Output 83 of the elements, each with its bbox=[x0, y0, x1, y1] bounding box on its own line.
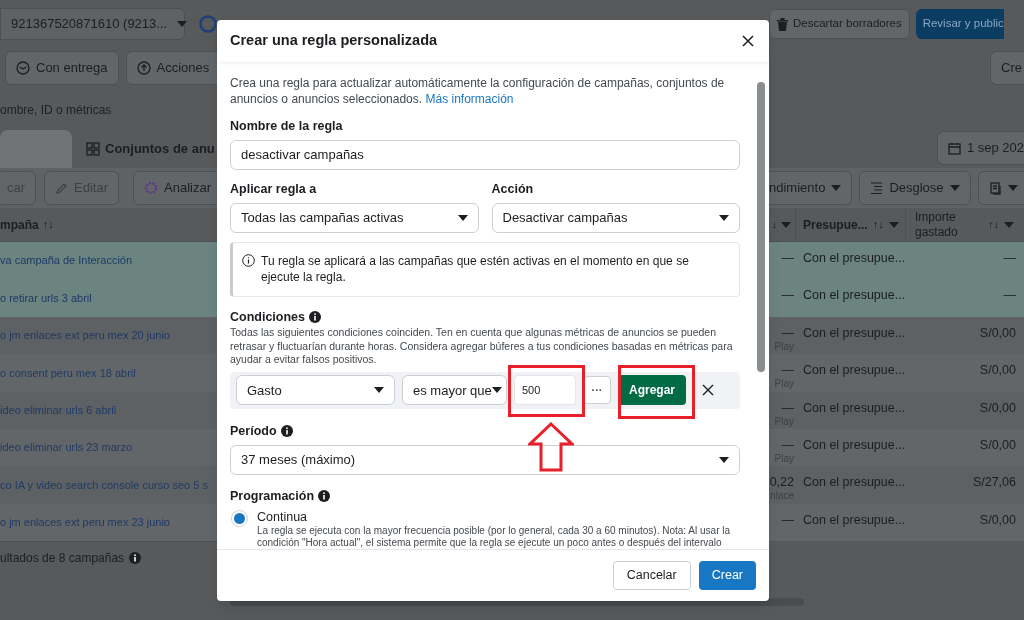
table-row[interactable]: — Con el presupue... — bbox=[769, 279, 1024, 317]
field-label: Período bbox=[230, 422, 277, 440]
table-cell-text: Con el presupue... bbox=[802, 326, 907, 340]
sort-icon[interactable]: ↑↓ bbox=[872, 216, 884, 233]
field-label: Nombre de la regla bbox=[230, 118, 344, 135]
table-cell-text: Con el presupue... bbox=[802, 476, 907, 490]
table-cell-text: Con el presupue... bbox=[802, 513, 907, 527]
table-row[interactable]: — Con el presupue... — bbox=[769, 242, 1024, 280]
date-range-button[interactable]: 1 sep 202 bbox=[936, 131, 1024, 165]
table-row[interactable]: va campaña de Interacción bbox=[0, 242, 217, 280]
table-cell: — bbox=[781, 364, 794, 378]
search-placeholder[interactable]: ombre, ID o métricas bbox=[0, 101, 112, 119]
table-cell-text: Con el presupue... bbox=[802, 401, 907, 415]
table-cell-text: S/0,00 bbox=[978, 364, 1017, 378]
table-cell: — bbox=[781, 438, 794, 452]
option-label[interactable]: Continua bbox=[257, 510, 740, 526]
add-button[interactable]: Agregar bbox=[618, 375, 686, 406]
field-label: Aplicar regla a bbox=[230, 180, 318, 198]
column-header[interactable]: Importe gastado bbox=[915, 209, 965, 240]
more-info-link[interactable]: Más información bbox=[425, 92, 514, 106]
table-cell: 0,22 bbox=[769, 476, 794, 490]
table-row[interactable]: o retirar urls 3 abril bbox=[0, 279, 217, 317]
campaign-link[interactable]: ideo eliminar urls 6 abril bbox=[0, 402, 117, 419]
table-row[interactable]: ideo eliminar urls 23 marzo bbox=[0, 428, 217, 467]
create-button[interactable]: Crear bbox=[698, 561, 756, 590]
column-header[interactable]: Presupue... bbox=[803, 215, 868, 234]
action-select[interactable]: Desactivar campañas bbox=[491, 202, 740, 233]
more-options-button[interactable]: ··· bbox=[583, 376, 611, 405]
field-label: Programación bbox=[230, 487, 315, 505]
table-cell-text: Con el presupue... bbox=[802, 438, 907, 452]
metric-select[interactable]: Gasto bbox=[236, 375, 395, 406]
option-description: La regla se ejecuta con la mayor frecuencia posible (por lo general, cada 30 a 60 minutos). Nota: Al usar la condición "Hora actual", el sistema permite que la regla se ejecute un poco antes o después del intervalo bbox=[257, 525, 732, 549]
sort-icon[interactable]: ↑↓ bbox=[988, 216, 999, 233]
discard-button[interactable]: Descartar borradores bbox=[769, 9, 910, 39]
tab[interactable]: Conjuntos de anu bbox=[78, 130, 217, 168]
table-cell: — bbox=[781, 252, 794, 265]
campaign-link[interactable]: va campaña de Interacción bbox=[0, 252, 133, 269]
table-cell-text: S/0,00 bbox=[978, 438, 1017, 452]
intro-text: Crea una regla para actualizar automáticamente la configuración de campañas, conjuntos de anuncios o anuncios seleccionados. Más información bbox=[230, 75, 726, 107]
table-row[interactable]: o consent peru mex 18 abril bbox=[0, 354, 217, 392]
table-cell-text: Con el presupue... bbox=[802, 252, 907, 265]
table-cell: — bbox=[781, 401, 794, 415]
value-field[interactable]: 500 bbox=[514, 375, 576, 406]
table-cell-text: S/0,00 bbox=[978, 513, 1017, 527]
table-row[interactable]: o jm enlaces ext peru mex 23 junio bbox=[0, 503, 217, 542]
conditions-description: Todas las siguientes condiciones coinciden. Ten en cuenta que algunas métricas de anuncios se pueden retrasar y fluctuarían durante horas. Considera agregar búferes a tus condiciones basadas en métricas para ayudar a evitar falsos positivos. bbox=[230, 326, 734, 367]
field-label: Condiciones bbox=[230, 308, 305, 326]
filter-button[interactable]: Con entrega bbox=[5, 51, 119, 85]
cancel-button[interactable]: Cancelar bbox=[612, 561, 691, 590]
campaign-link[interactable]: co IA y video search console curso seo 5 s bbox=[0, 476, 208, 494]
table-row[interactable]: — Con el presupue... S/0,00 bbox=[769, 503, 1024, 542]
table-row[interactable]: co IA y video search console curso seo 5 s bbox=[0, 466, 217, 504]
operator-select[interactable]: es mayor que bbox=[402, 375, 507, 406]
table-cell: — bbox=[781, 513, 794, 527]
sort-icon[interactable]: ↑↓ bbox=[42, 216, 54, 233]
table-cell-text: — bbox=[1002, 289, 1017, 303]
table-row[interactable]: ideo eliminar urls 6 abril bbox=[0, 391, 217, 429]
table-cell-text: S/0,00 bbox=[978, 401, 1017, 415]
dialog-title: Crear una regla personalizada bbox=[230, 31, 438, 51]
table-cell-text: Con el presupue... bbox=[802, 289, 907, 303]
notice-text: Tu regla se aplicará a las campañas que estén activas en el momento en que se ejecute la regla. bbox=[261, 252, 690, 285]
rule-name-field[interactable]: desactivar campañas bbox=[230, 139, 740, 170]
sort-icon[interactable]: ↓ bbox=[771, 216, 777, 233]
campaign-link[interactable]: o retirar urls 3 abril bbox=[0, 289, 92, 307]
table-cell: — bbox=[781, 289, 794, 303]
table-cell-text: Con el presupue... bbox=[802, 364, 907, 378]
table-cell-text: — bbox=[1002, 252, 1017, 265]
account-dropdown[interactable]: 921367520871610 (9213... bbox=[0, 8, 185, 40]
period-select[interactable]: 37 meses (máximo) bbox=[230, 444, 740, 475]
table-cell-text: S/27,06 bbox=[971, 476, 1017, 490]
column-header[interactable]: mpaña bbox=[0, 215, 39, 234]
publish-button[interactable]: Revisar y public bbox=[915, 9, 1004, 39]
campaign-link[interactable]: o jm enlaces ext peru mex 23 junio bbox=[0, 514, 170, 531]
table-cell: — bbox=[781, 326, 794, 340]
campaign-link[interactable]: ideo eliminar urls 23 marzo bbox=[0, 439, 133, 456]
table-cell-text: S/0,00 bbox=[978, 326, 1017, 340]
toolbar-button[interactable]: Desglose bbox=[859, 171, 971, 205]
field-label: Acción bbox=[491, 180, 535, 198]
apply-to-select[interactable]: Todas las campañas activas bbox=[230, 202, 479, 233]
create-button[interactable]: Cre bbox=[990, 51, 1024, 85]
campaign-link[interactable]: o consent peru mex 18 abril bbox=[0, 364, 136, 382]
results-summary: ultados de 8 campañas bbox=[0, 549, 125, 567]
toolbar-button[interactable]: ndimiento bbox=[769, 171, 853, 205]
